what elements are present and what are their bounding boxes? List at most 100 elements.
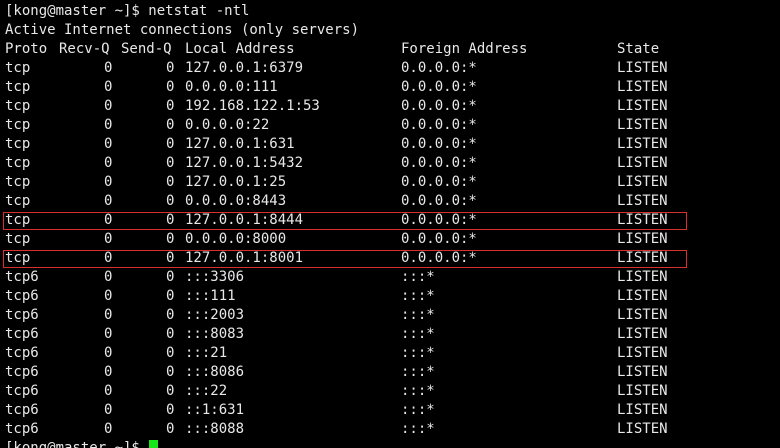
cell-state: LISTEN	[617, 307, 668, 323]
cell-local-address: :::2003	[185, 307, 245, 323]
cell-recv-q: 0	[104, 250, 113, 266]
cell-recv-q: 0	[104, 174, 113, 190]
cell-state: LISTEN	[617, 288, 668, 304]
cell-foreign-address: :::*	[401, 288, 435, 304]
cell-proto: tcp	[5, 155, 31, 171]
cell-state: LISTEN	[617, 174, 668, 190]
header-foreign-address: Foreign Address	[401, 41, 528, 57]
table-row: tcp6 0 0:::22:::* LISTEN	[0, 382, 780, 401]
table-row: tcp 0 0 127.0.0.1:8001 0.0.0.0:* LISTEN	[0, 249, 780, 268]
cell-proto: tcp6	[5, 307, 39, 323]
cell-local-address: 192.168.122.1:53	[185, 98, 320, 114]
cell-recv-q: 0	[104, 421, 113, 437]
table-row: tcp 0 0 127.0.0.1:631 0.0.0.0:* LISTEN	[0, 135, 780, 154]
table-row: tcp6 0 0:::8088:::* LISTEN	[0, 420, 780, 439]
cell-foreign-address: 0.0.0.0:*	[401, 155, 477, 171]
table-header: Proto Recv-Q Send-Q Local Address Foreig…	[0, 40, 780, 59]
header-send-q: Send-Q	[121, 41, 172, 57]
cell-proto: tcp6	[5, 421, 39, 437]
cell-recv-q: 0	[104, 136, 113, 152]
cell-recv-q: 0	[104, 60, 113, 76]
cell-send-q: 0	[166, 364, 175, 380]
cell-proto: tcp6	[5, 345, 39, 361]
cell-state: LISTEN	[617, 60, 668, 76]
cell-local-address: 127.0.0.1:5432	[185, 155, 304, 171]
cell-local-address: :::21	[185, 345, 228, 361]
cell-recv-q: 0	[104, 288, 113, 304]
cell-proto: tcp6	[5, 288, 39, 304]
cell-proto: tcp	[5, 79, 31, 95]
cell-send-q: 0	[166, 193, 175, 209]
cell-state: LISTEN	[617, 193, 668, 209]
cell-state: LISTEN	[617, 136, 668, 152]
cell-local-address: :::111	[185, 288, 236, 304]
cell-foreign-address: 0.0.0.0:*	[401, 193, 477, 209]
cell-local-address: :::3306	[185, 269, 245, 285]
cell-foreign-address: :::*	[401, 307, 435, 323]
table-row: tcp 0 0 192.168.122.1:53 0.0.0.0:* LISTEN	[0, 97, 780, 116]
cell-state: LISTEN	[617, 326, 668, 342]
table-row: tcp6 0 0:::2003:::* LISTEN	[0, 306, 780, 325]
cell-local-address: :::8086	[185, 364, 245, 380]
header-state: State	[617, 41, 660, 57]
cell-recv-q: 0	[104, 383, 113, 399]
cell-foreign-address: 0.0.0.0:*	[401, 60, 477, 76]
cell-send-q: 0	[166, 155, 175, 171]
cell-send-q: 0	[166, 231, 175, 247]
cell-local-address: 127.0.0.1:8444	[185, 212, 304, 228]
cell-foreign-address: 0.0.0.0:*	[401, 136, 477, 152]
shell-prompt: [kong@master ~]$	[5, 440, 149, 448]
header-local-address: Local Address	[185, 41, 295, 57]
table-row: tcp 0 0 0.0.0.0:8000 0.0.0.0:* LISTEN	[0, 230, 780, 249]
cell-local-address: 0.0.0.0:22	[185, 117, 270, 133]
cell-send-q: 0	[166, 345, 175, 361]
cell-proto: tcp6	[5, 402, 39, 418]
cell-state: LISTEN	[617, 364, 668, 380]
cell-foreign-address: 0.0.0.0:*	[401, 117, 477, 133]
cell-state: LISTEN	[617, 155, 668, 171]
cell-proto: tcp	[5, 231, 31, 247]
cell-state: LISTEN	[617, 402, 668, 418]
cell-local-address: 0.0.0.0:111	[185, 79, 278, 95]
cell-local-address: :::8083	[185, 326, 245, 342]
cell-foreign-address: :::*	[401, 326, 435, 342]
cell-proto: tcp	[5, 193, 31, 209]
table-row: tcp6 0 0:::8083:::* LISTEN	[0, 325, 780, 344]
table-row: tcp 0 0 0.0.0.0:8443 0.0.0.0:* LISTEN	[0, 192, 780, 211]
cell-recv-q: 0	[104, 269, 113, 285]
cell-proto: tcp	[5, 212, 31, 228]
table-row: tcp 0 0 127.0.0.1:5432 0.0.0.0:* LISTEN	[0, 154, 780, 173]
cell-proto: tcp6	[5, 269, 39, 285]
cell-local-address: :::8088	[185, 421, 245, 437]
cell-foreign-address: 0.0.0.0:*	[401, 98, 477, 114]
cell-proto: tcp	[5, 250, 31, 266]
cell-proto: tcp	[5, 174, 31, 190]
cell-local-address: 127.0.0.1:25	[185, 174, 287, 190]
cell-state: LISTEN	[617, 345, 668, 361]
cell-recv-q: 0	[104, 402, 113, 418]
cell-foreign-address: :::*	[401, 421, 435, 437]
cell-foreign-address: 0.0.0.0:*	[401, 79, 477, 95]
table-row: tcp6 0 0::1:631:::* LISTEN	[0, 401, 780, 420]
cell-send-q: 0	[166, 383, 175, 399]
cell-recv-q: 0	[104, 231, 113, 247]
cell-send-q: 0	[166, 421, 175, 437]
cell-foreign-address: :::*	[401, 345, 435, 361]
cell-state: LISTEN	[617, 212, 668, 228]
table-row: tcp6 0 0:::8086:::* LISTEN	[0, 363, 780, 382]
current-prompt-line[interactable]: [kong@master ~]$	[5, 439, 159, 448]
header-recv-q: Recv-Q	[59, 41, 110, 57]
cell-proto: tcp	[5, 60, 31, 76]
cell-recv-q: 0	[104, 364, 113, 380]
shell-prompt: [kong@master ~]$	[5, 3, 149, 19]
table-row: tcp6 0 0:::21:::* LISTEN	[0, 344, 780, 363]
cell-send-q: 0	[166, 117, 175, 133]
cell-proto: tcp6	[5, 364, 39, 380]
cell-recv-q: 0	[104, 79, 113, 95]
cell-recv-q: 0	[104, 326, 113, 342]
cell-recv-q: 0	[104, 345, 113, 361]
terminal-window[interactable]: [kong@master ~]$ netstat -ntl Active Int…	[0, 0, 780, 448]
cell-recv-q: 0	[104, 307, 113, 323]
table-row: tcp6 0 0:::111:::* LISTEN	[0, 287, 780, 306]
table-row: tcp 0 0 127.0.0.1:6379 0.0.0.0:* LISTEN	[0, 59, 780, 78]
